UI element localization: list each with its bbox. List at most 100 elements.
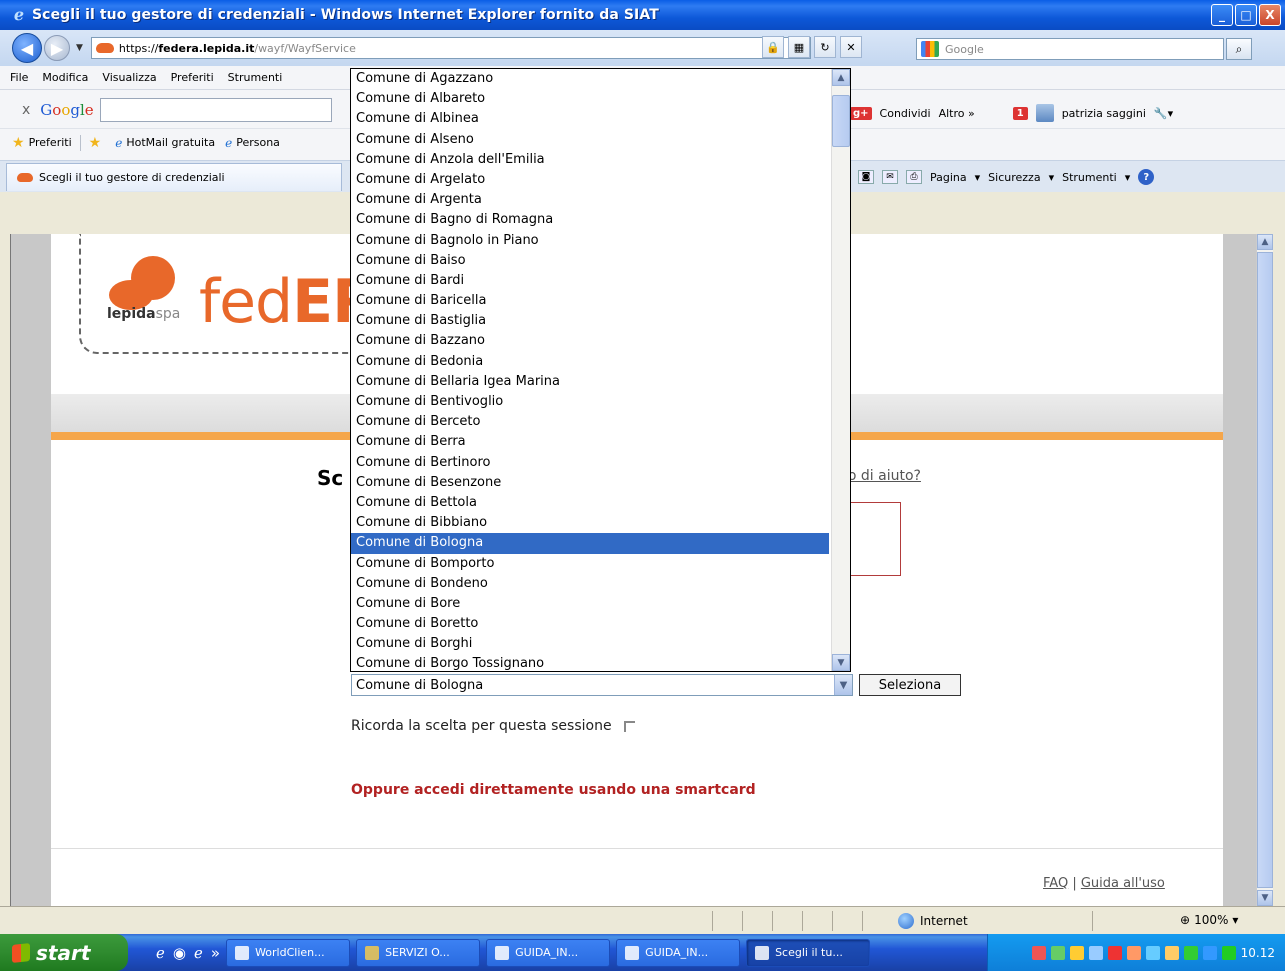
google-toolbar-search-input[interactable] [99,98,332,122]
page-menu[interactable]: Pagina [930,171,967,184]
taskbar-button[interactable]: WorldClien... [226,938,351,967]
dropdown-option[interactable]: Comune di Argelato [351,170,829,190]
dropdown-option[interactable]: Comune di Bentivoglio [351,392,829,412]
provider-dropdown-list[interactable]: Comune di Agazzano Comune di Albareto Comu… [350,68,851,672]
dropdown-option[interactable]: Comune di Borgo Tossignano [351,654,829,671]
dropdown-option[interactable]: Comune di Albareto [351,89,829,109]
tray-icon[interactable] [1202,945,1217,960]
tab-current[interactable]: Scegli il tuo gestore di credenziali [6,163,342,191]
feeds-icon[interactable]: ◙ [858,170,874,184]
tray-icon[interactable] [1145,945,1160,960]
dropdown-option[interactable]: Comune di Argenta [351,190,829,210]
dropdown-option[interactable]: Comune di Bardi [351,271,829,291]
read-mail-icon[interactable]: ✉ [882,170,898,184]
tray-icon[interactable] [1031,945,1046,960]
scroll-thumb[interactable] [1257,252,1273,888]
chevron-down-icon[interactable]: ▾ [1232,913,1238,927]
dropdown-option-selected[interactable]: Comune di Bologna [351,533,829,554]
smartcard-link[interactable]: Oppure accedi direttamente usando una sm… [351,782,756,798]
security-zone[interactable]: Internet [898,913,968,929]
chevron-down-icon[interactable]: ▼ [834,675,852,695]
menu-favorites[interactable]: Preferiti [171,71,214,84]
tools-menu[interactable]: Strumenti [1062,171,1117,184]
dropdown-option[interactable]: Comune di Bondeno [351,574,829,594]
minimize-button[interactable]: _ [1211,4,1233,26]
refresh-icon[interactable]: ↻ [814,36,836,58]
start-button[interactable]: start [0,934,128,971]
dropdown-scrollbar[interactable]: ▲ ▼ [831,69,850,671]
dropdown-option[interactable]: Comune di Bettola [351,493,829,513]
scroll-up-icon[interactable]: ▲ [832,69,850,86]
share-button[interactable]: Condividi [880,107,931,120]
page-scrollbar[interactable]: ▲ ▼ [1256,234,1273,906]
dropdown-option[interactable]: Comune di Anzola dell'Emilia [351,150,829,170]
more-button[interactable]: Altro » [939,107,975,120]
address-bar[interactable]: https:// federa.lepida.it /wayf/WayfServ… [90,37,811,59]
menu-edit[interactable]: Modifica [42,71,88,84]
taskbar-button[interactable]: GUIDA_IN... [486,938,611,967]
dropdown-option[interactable]: Comune di Bomporto [351,554,829,574]
favorite-link[interactable]: Persona [236,136,280,149]
tray-icon[interactable] [1221,945,1236,960]
tray-icon[interactable] [1088,945,1103,960]
remember-checkbox[interactable] [623,720,635,732]
tray-icon[interactable] [1183,945,1198,960]
chrome-quicklaunch-icon[interactable]: ◉ [173,944,186,962]
taskbar-button[interactable]: SERVIZI O... [356,938,481,967]
ie-quicklaunch-icon[interactable]: ℯ [194,944,203,962]
menu-view[interactable]: Visualizza [102,71,156,84]
scroll-down-icon[interactable]: ▼ [832,654,850,671]
menu-tools[interactable]: Strumenti [228,71,283,84]
dropdown-option[interactable]: Comune di Bedonia [351,352,829,372]
dropdown-option[interactable]: Comune di Bagnolo in Piano [351,231,829,251]
select-button[interactable]: Seleziona [859,674,961,696]
dropdown-option[interactable]: Comune di Besenzone [351,473,829,493]
zoom-control[interactable]: ⊕ 100% ▾ [1180,913,1238,927]
forward-button[interactable]: ▶ [44,35,70,61]
dropdown-option[interactable]: Comune di Bellaria Igea Marina [351,372,829,392]
favorites-button[interactable]: Preferiti [29,136,72,149]
help-link[interactable]: no di aiuto? [839,468,921,484]
dropdown-option[interactable]: Comune di Borghi [351,634,829,654]
dropdown-option[interactable]: Comune di Bibbiano [351,513,829,533]
google-toolbar-close-icon[interactable]: x [22,102,30,118]
scroll-up-icon[interactable]: ▲ [1257,234,1273,250]
ie-quicklaunch-icon[interactable]: ℯ [156,944,165,962]
dropdown-option[interactable]: Comune di Baricella [351,291,829,311]
compatibility-view-icon[interactable]: ▦ [788,36,810,58]
user-avatar[interactable] [1035,104,1054,122]
dropdown-option[interactable]: Comune di Baiso [351,251,829,271]
history-dropdown-icon[interactable]: ▼ [76,43,83,53]
add-favorite-icon[interactable]: ★ [89,135,102,151]
tray-icon[interactable] [1050,945,1065,960]
faq-link[interactable]: FAQ [1043,876,1068,891]
tray-icon[interactable] [1069,945,1084,960]
security-menu[interactable]: Sicurezza [988,171,1040,184]
google-plus-share-icon[interactable]: g+ [850,106,872,120]
dropdown-option[interactable]: Comune di Bertinoro [351,453,829,473]
print-icon[interactable]: ⎙ [906,170,922,184]
dropdown-option[interactable]: Comune di Albinea [351,109,829,129]
dropdown-option[interactable]: Comune di Bagno di Romagna [351,210,829,230]
taskbar-button-active[interactable]: Scegli il tu... [746,938,871,967]
notification-badge[interactable]: 1 [1012,106,1028,120]
maximize-button[interactable]: □ [1235,4,1257,26]
dropdown-option[interactable]: Comune di Berceto [351,412,829,432]
wrench-icon[interactable]: 🔧▾ [1154,107,1173,120]
dropdown-option[interactable]: Comune di Alseno [351,130,829,150]
back-button[interactable]: ◀ [12,33,42,63]
dropdown-option[interactable]: Comune di Agazzano [351,69,829,89]
dropdown-option[interactable]: Comune di Bore [351,594,829,614]
tray-icon[interactable] [1126,945,1141,960]
menu-file[interactable]: File [10,71,28,84]
dropdown-option[interactable]: Comune di Boretto [351,614,829,634]
user-name[interactable]: patrizia saggini [1062,107,1146,120]
tray-icon[interactable] [1164,945,1179,960]
search-input[interactable]: Google [916,38,1224,60]
guide-link[interactable]: Guida all'uso [1081,876,1165,891]
scroll-thumb[interactable] [832,95,850,147]
dropdown-option[interactable]: Comune di Berra [351,432,829,452]
search-icon[interactable]: ⌕ [1226,38,1252,60]
dropdown-option[interactable]: Comune di Bastiglia [351,311,829,331]
close-button[interactable]: X [1259,4,1281,26]
